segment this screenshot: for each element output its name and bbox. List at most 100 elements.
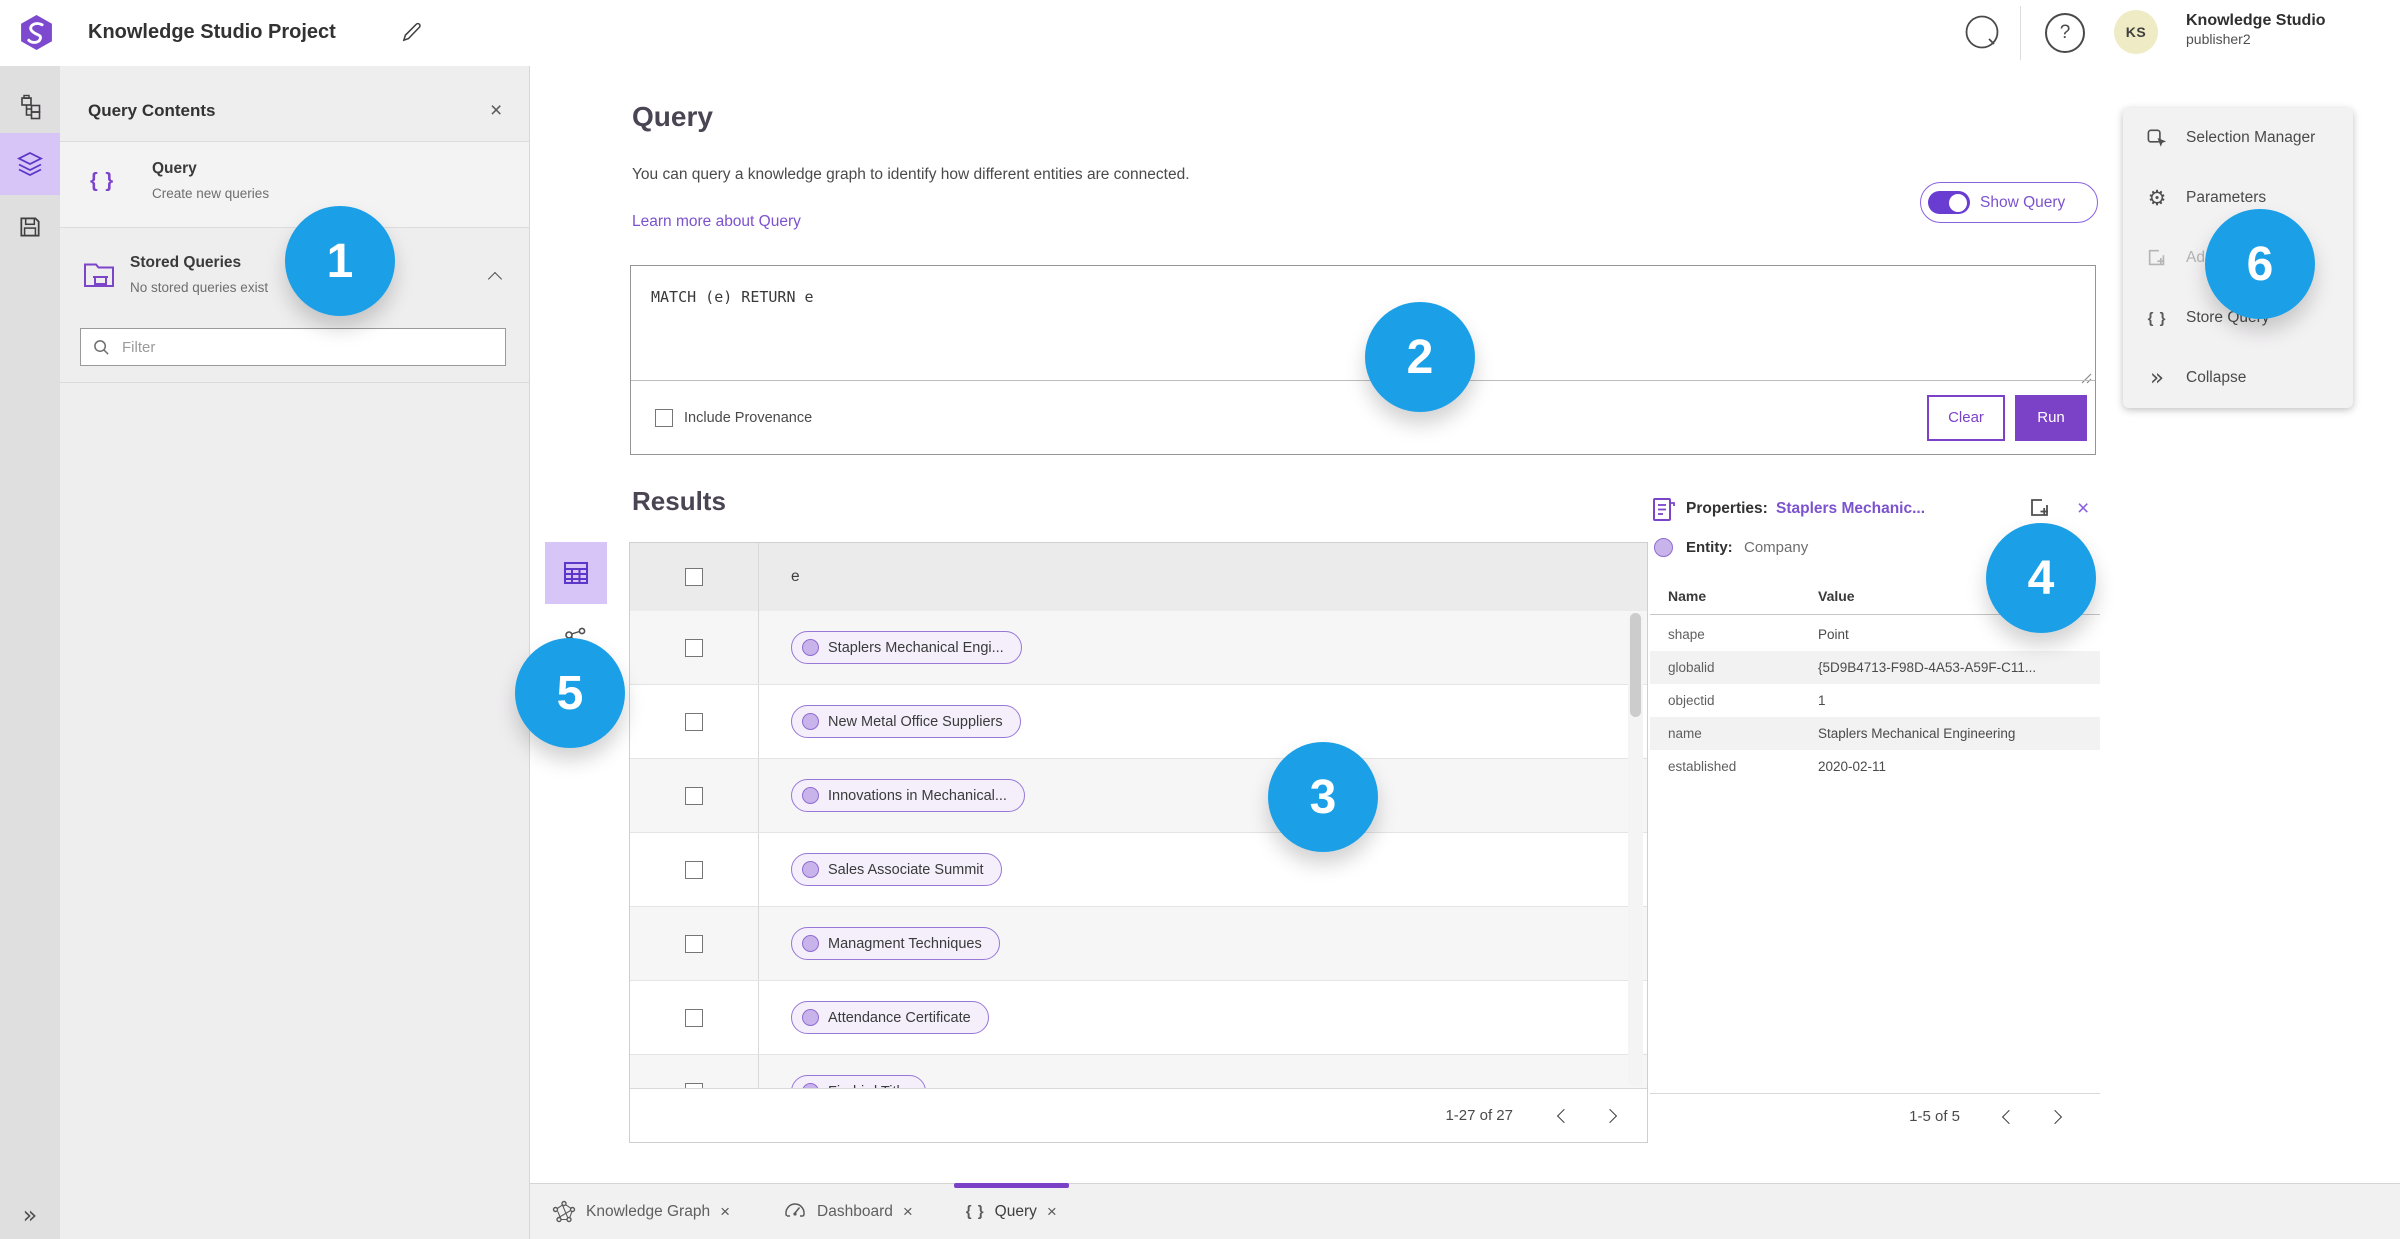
row-checkbox[interactable] <box>685 860 703 879</box>
entity-pill[interactable]: Attendance Certificate <box>791 1001 989 1034</box>
collapse-section-chevron-icon[interactable] <box>487 271 503 287</box>
save-button[interactable] <box>0 196 60 258</box>
table-row: Managment Techniques <box>630 907 1647 981</box>
query-description: You can query a knowledge graph to ident… <box>632 166 1190 183</box>
select-all-checkbox[interactable] <box>685 568 703 586</box>
table-row: Firebird Title <box>630 1055 1647 1091</box>
run-button[interactable]: Run <box>2015 394 2087 441</box>
prev-page-button[interactable] <box>1541 1108 1587 1123</box>
properties-rows: shape Point globalid {5D9B4713-F98D-4A53… <box>1650 618 2100 783</box>
folder-icon <box>82 260 116 295</box>
square-plus-icon <box>2031 499 2048 516</box>
learn-more-link[interactable]: Learn more about Query <box>632 213 801 231</box>
square-plus-icon <box>2145 247 2169 269</box>
entity-pill[interactable]: Innovations in Mechanical... <box>791 779 1025 812</box>
tab-query-active[interactable]: { } Query × <box>953 1182 1069 1239</box>
close-tab-icon[interactable]: × <box>1047 1203 1057 1220</box>
filter-field[interactable] <box>80 328 506 366</box>
table-view-button-active[interactable] <box>545 542 607 604</box>
entity-pill[interactable]: Staplers Mechanical Engi... <box>791 631 1022 664</box>
results-table: e Staplers Mechanical Engi... New Metal … <box>629 542 1648 1143</box>
chevron-left-icon <box>1556 1108 1572 1123</box>
property-row: name Staplers Mechanical Engineering <box>1650 717 2100 750</box>
entity-swatch-icon <box>802 861 819 878</box>
property-row: objectid 1 <box>1650 684 2100 717</box>
tab-knowledge-graph[interactable]: Knowledge Graph × <box>548 1184 734 1239</box>
properties-page-range: 1-5 of 5 <box>1909 1108 1960 1125</box>
property-value: 2020-02-11 <box>1818 759 1887 774</box>
filter-input[interactable] <box>120 337 454 357</box>
annotation-circle-1: 1 <box>285 206 395 316</box>
clear-button[interactable]: Clear <box>1927 394 2005 441</box>
user-name: Knowledge Studio <box>2186 12 2326 29</box>
data-model-button[interactable] <box>0 76 60 138</box>
close-tab-icon[interactable]: × <box>720 1203 730 1220</box>
property-name: objectid <box>1668 693 1715 708</box>
avatar[interactable]: KS <box>2114 10 2158 54</box>
results-pagination: 1-27 of 27 <box>630 1088 1647 1142</box>
table-row: Sales Associate Summit <box>630 833 1647 907</box>
include-provenance-checkbox[interactable] <box>655 408 673 427</box>
row-checkbox[interactable] <box>685 934 703 953</box>
edit-title-button[interactable] <box>400 21 423 49</box>
next-page-button[interactable] <box>1587 1108 1633 1123</box>
properties-next-button[interactable] <box>2032 1109 2078 1124</box>
close-panel-button[interactable]: × <box>490 100 502 121</box>
row-checkbox[interactable] <box>685 1008 703 1027</box>
row-checkbox[interactable] <box>685 638 703 657</box>
user-info: Knowledge Studio publisher2 <box>2186 11 2326 48</box>
entity-label: Entity: <box>1686 539 1733 556</box>
tab-label: Dashboard <box>817 1202 893 1220</box>
menu-item-label: Selection Manager <box>2186 129 2316 146</box>
data-model-icon <box>20 94 40 119</box>
entity-pill[interactable]: Managment Techniques <box>791 927 1000 960</box>
show-query-toggle[interactable]: Show Query <box>1920 182 2098 223</box>
selection-manager-icon <box>2145 127 2169 150</box>
entity-pill[interactable]: New Metal Office Suppliers <box>791 705 1021 738</box>
row-checkbox[interactable] <box>685 786 703 805</box>
table-row: Innovations in Mechanical... <box>630 759 1647 833</box>
close-properties-button[interactable]: × <box>2077 498 2089 519</box>
table-row: New Metal Office Suppliers <box>630 685 1647 759</box>
toggle-switch-on[interactable] <box>1928 191 1970 214</box>
scrollbar-thumb[interactable] <box>1630 613 1641 717</box>
entity-pill[interactable]: Sales Associate Summit <box>791 853 1002 886</box>
tab-dashboard[interactable]: Dashboard × <box>779 1184 917 1239</box>
property-name: globalid <box>1668 660 1715 675</box>
row-checkbox[interactable] <box>685 712 703 731</box>
property-row: established 2020-02-11 <box>1650 750 2100 783</box>
braces-icon: { } <box>90 170 115 192</box>
add-to-selection-button[interactable] <box>2028 496 2052 525</box>
expand-rail-button[interactable]: » <box>0 1184 60 1239</box>
layers-button-active[interactable] <box>0 133 60 195</box>
menu-item-collapse[interactable]: » Collapse <box>2123 348 2353 408</box>
stored-queries-subtitle: No stored queries exist <box>130 280 269 295</box>
close-tab-icon[interactable]: × <box>903 1203 913 1220</box>
menu-item-label: Parameters <box>2186 189 2267 206</box>
entity-pill-label: Attendance Certificate <box>828 1009 971 1026</box>
query-textarea[interactable]: MATCH (e) RETURN e <box>631 266 2095 328</box>
query-editor: MATCH (e) RETURN e Include Provenance Cl… <box>630 265 2096 455</box>
menu-item-selection-manager[interactable]: Selection Manager <box>2123 108 2353 168</box>
double-chevron-icon: » <box>2149 365 2165 391</box>
results-scrollbar[interactable] <box>1628 613 1643 1086</box>
entity-pill-label: Staplers Mechanical Engi... <box>828 639 1004 656</box>
entity-pill-label: Sales Associate Summit <box>828 861 984 878</box>
left-icon-rail: » <box>0 66 60 1239</box>
property-value: Staplers Mechanical Engineering <box>1818 726 2016 741</box>
selected-entity-link[interactable]: Staplers Mechanic... <box>1776 500 1925 518</box>
braces-icon: { } <box>965 1203 985 1220</box>
properties-prev-button[interactable] <box>1986 1109 2032 1124</box>
knowledge-graph-icon <box>552 1200 576 1222</box>
app-window: Knowledge Studio Project ? KS Knowledge … <box>0 0 2400 1239</box>
app-logo-icon <box>18 14 55 56</box>
search-button[interactable] <box>1963 13 2003 53</box>
sidebar-item-query[interactable]: { } Query Create new queries <box>60 142 529 227</box>
bottom-tab-bar: Knowledge Graph × Dashboard × { } Query … <box>530 1182 2400 1239</box>
user-role: publisher2 <box>2186 31 2251 47</box>
topbar-divider <box>2020 6 2021 60</box>
properties-title: Properties: <box>1686 500 1768 517</box>
results-heading: Results <box>632 486 726 516</box>
help-button[interactable]: ? <box>2045 13 2085 53</box>
search-icon <box>94 339 109 355</box>
